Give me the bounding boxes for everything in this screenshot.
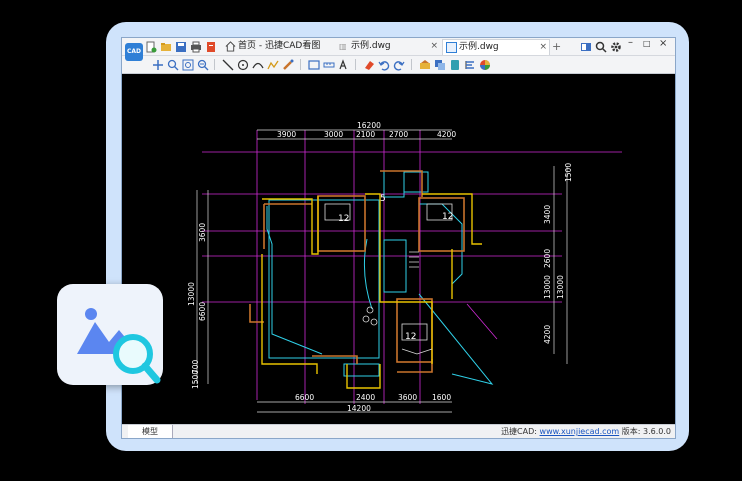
undo-icon[interactable] [378,59,390,71]
home-icon [225,41,236,52]
tab-home-label: 首页 - 迅捷CAD看图 [238,41,321,51]
drawing-canvas[interactable]: 16200 3900 3000 2100 2700 4200 6600 2400… [122,74,675,422]
dimension-label: 2700 [389,130,408,139]
dimension-label: 13000 [543,275,552,299]
dimension-label: 4200 [543,325,552,344]
circle-tool-icon[interactable] [237,59,249,71]
print-icon[interactable] [190,41,202,53]
dimension-label: 3600 [198,223,207,242]
dimension-label: 1600 [432,393,451,402]
tab-drawing-2-label: 示例.dwg [459,42,499,52]
minimize-icon[interactable]: – [628,38,633,48]
title-bar: 首页 - 迅捷CAD看图 ▥ 示例.dwg × 示例.dwg × + – □ × [122,38,675,56]
search-icon[interactable] [595,41,607,53]
sketch-tool-icon[interactable] [267,59,279,71]
dimension-label: 14200 [347,404,371,413]
measure-tool-icon[interactable] [323,59,335,71]
tab-drawing-2[interactable]: 示例.dwg × [442,39,550,55]
tab-drawing-1[interactable]: ▥ 示例.dwg × [336,39,440,54]
dimension-label: 2400 [356,393,375,402]
eraser-icon[interactable] [363,59,375,71]
text-tool-icon[interactable] [338,59,350,71]
toolbar-divider [355,59,356,70]
open-folder-icon[interactable] [160,41,172,53]
line-tool-icon[interactable] [222,59,234,71]
dimension-label: 1500 [564,163,573,182]
zoom-extents-icon[interactable] [182,59,194,71]
tab-drawing-1-label: 示例.dwg [351,41,391,51]
toolbar [122,56,675,74]
app-logo: CAD [125,43,143,61]
dimension-label: 3400 [543,205,552,224]
dimension-label: 4200 [437,130,456,139]
zoom-window-icon[interactable] [167,59,179,71]
gear-icon[interactable] [610,41,622,53]
status-bar: 模型 迅捷CAD: www.xunjiecad.com 版本: 3.6.0.0 [122,424,675,438]
image-search-icon [77,308,161,384]
dimension-label: 2600 [543,249,552,268]
rectangle-tool-icon[interactable] [308,59,320,71]
new-tab-button[interactable]: + [552,39,564,54]
status-info: 迅捷CAD: www.xunjiecad.com 版本: 3.6.0.0 [501,425,671,438]
version-label: 版本: 3.6.0.0 [621,427,671,436]
website-link[interactable]: www.xunjiecad.com [540,427,620,436]
close-window-icon[interactable]: × [659,38,667,49]
drawing-file-icon: ▥ [339,42,347,51]
close-tab-icon[interactable]: × [539,40,547,55]
layout-icon[interactable] [580,41,592,53]
arc-tool-icon[interactable] [252,59,264,71]
block-tool-icon[interactable] [449,59,461,71]
maximize-icon[interactable]: □ [643,39,651,48]
dimension-label: 13000 [187,282,196,306]
layers-icon[interactable] [434,59,446,71]
toolbar-divider [411,59,412,70]
dimension-label: 3000 [324,130,343,139]
dimension-label: 1500 [191,370,200,389]
color-wheel-icon[interactable] [479,59,491,71]
room-label: 12 [338,214,349,224]
dimension-label: 6600 [198,302,207,321]
dimension-label: 6600 [295,393,314,402]
save-icon[interactable] [175,41,187,53]
toolbar-divider [214,59,215,70]
export-pdf-icon[interactable] [205,41,217,53]
tab-home[interactable]: 首页 - 迅捷CAD看图 [221,39,333,54]
room-label: 12 [442,212,453,222]
properties-icon[interactable] [464,59,476,71]
room-label: 12 [405,332,416,342]
dimension-label: 2100 [356,130,375,139]
image-search-badge [57,284,163,385]
dimension-label: 16200 [357,121,381,130]
redo-icon[interactable] [393,59,405,71]
model-tab[interactable]: 模型 [128,425,173,438]
pan-icon[interactable] [152,59,164,71]
toolbar-divider [300,59,301,70]
room-label: 5 [380,194,386,204]
layer-tool-icon[interactable] [419,59,431,71]
new-file-icon[interactable] [145,41,157,53]
brush-tool-icon[interactable] [282,59,294,71]
close-tab-icon[interactable]: × [430,39,438,54]
zoom-realtime-icon[interactable] [197,59,209,71]
dimension-label: 3600 [398,393,417,402]
cad-window: 首页 - 迅捷CAD看图 ▥ 示例.dwg × 示例.dwg × + – □ × [121,37,676,439]
dimension-label: 3900 [277,130,296,139]
brand-label: 迅捷CAD: [501,427,537,436]
dimension-label: 13000 [556,275,565,299]
drawing-file-icon [446,42,457,53]
